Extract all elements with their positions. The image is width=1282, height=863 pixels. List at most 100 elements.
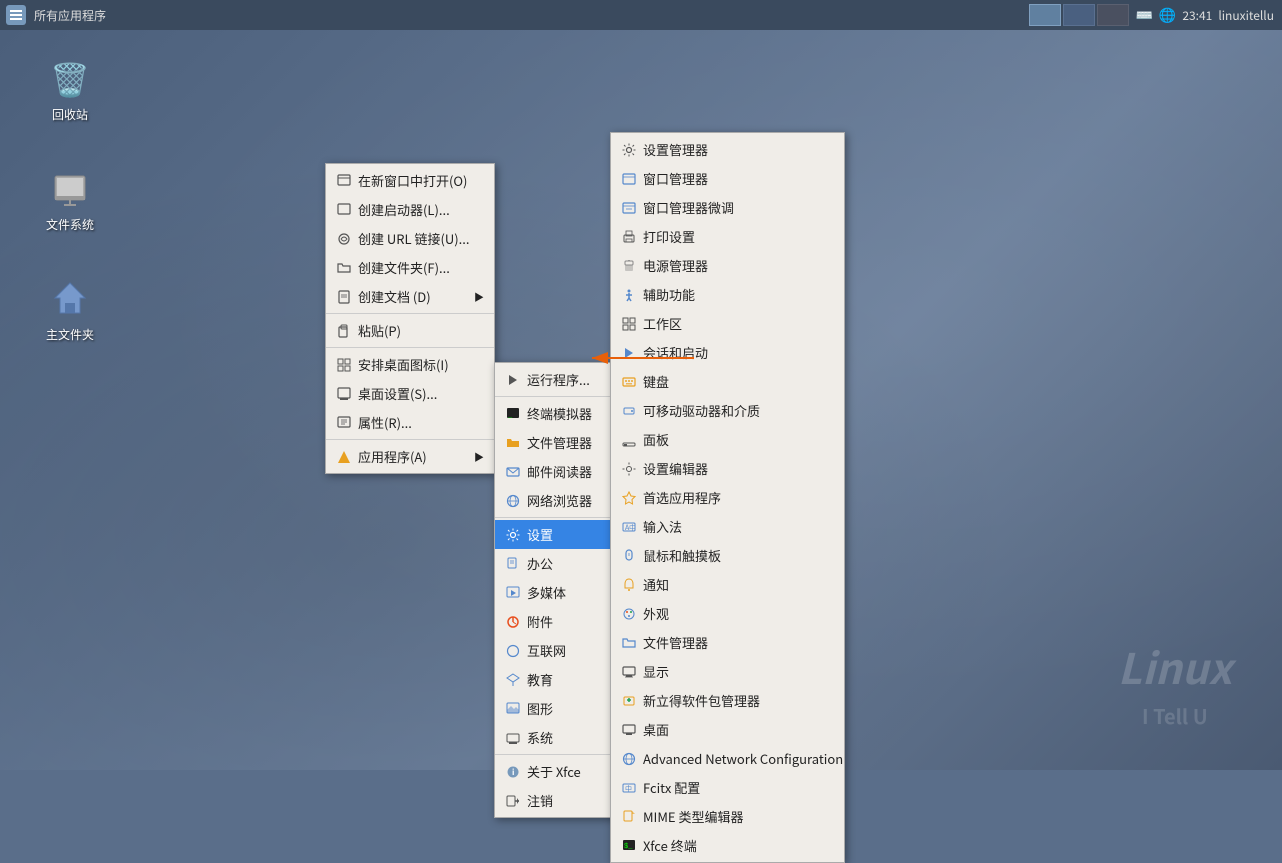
menu-adv-network[interactable]: Advanced Network Configuration [611,744,844,773]
menu-accessibility[interactable]: 辅助功能 [611,280,844,309]
workspace-2[interactable] [1063,4,1095,26]
synaptic-icon [621,693,637,709]
preferred-apps-label: 首选应用程序 [643,488,721,507]
menu-print-settings[interactable]: 打印设置 [611,222,844,251]
office-label: 办公 [527,554,553,573]
paste-label: 粘贴(P) [358,321,401,340]
menu-notifications[interactable]: 通知 [611,570,844,599]
menu-wm-tweaks[interactable]: 窗口管理器微调 [611,193,844,222]
create-folder-icon [336,260,352,276]
desktop-icon-filesystem[interactable]: 文件系统 [30,160,110,237]
menu-apps[interactable]: 应用程序(A) ▶ [326,442,494,471]
file-manager-settings-label: 文件管理器 [643,633,708,652]
graphics-icon [505,701,521,717]
about-xfce-icon: i [505,764,521,780]
workspace-buttons [1029,4,1129,26]
menu-settings-editor[interactable]: 设置编辑器 [611,454,844,483]
filesystem-label: 文件系统 [46,216,94,233]
menu-synaptic[interactable]: 新立得软件包管理器 [611,686,844,715]
mail-label: 邮件阅读器 [527,462,592,481]
menu-preferred-apps[interactable]: 首选应用程序 [611,483,844,512]
education-label: 教育 [527,670,553,689]
apps-icon [336,449,352,465]
create-url-icon [336,231,352,247]
filesystem-icon [46,164,94,212]
menu-arrange-icons[interactable]: 安排桌面图标(I) [326,350,494,379]
open-window-icon [336,173,352,189]
taskbar-right: ⌨️ 🌐 23:41 linuxitellu [1029,4,1282,26]
desktop-settings2-icon [621,722,637,738]
accessibility-label: 辅助功能 [643,285,695,304]
menu-xfce-terminal[interactable]: $_ Xfce 终端 [611,831,844,860]
keyboard-menu-icon [621,374,637,390]
open-window-label: 在新窗口中打开(O) [358,171,467,190]
removable-drives-label: 可移动驱动器和介质 [643,401,760,420]
separator-2 [326,347,494,348]
workspace-1[interactable] [1029,4,1061,26]
office-icon [505,556,521,572]
workspace-3[interactable] [1097,4,1129,26]
menu-desktop-settings[interactable]: 桌面设置(S)... [326,379,494,408]
mime-editor-icon [621,809,637,825]
desktop-settings-label: 桌面设置(S)... [358,384,437,403]
terminal-label: 终端模拟器 [527,404,592,423]
menu-fcitx[interactable]: 中 Fcitx 配置 [611,773,844,802]
keyboard-icon: ⌨️ [1135,5,1152,25]
arrange-icon [336,357,352,373]
menu-display[interactable]: 显示 [611,657,844,686]
svg-text:i: i [512,767,514,778]
desktop-settings-icon [336,386,352,402]
menu-mime-editor[interactable]: MIME 类型编辑器 [611,802,844,831]
desktop-icon-trash[interactable]: 🗑️ 回收站 [30,50,110,127]
menu-input-method[interactable]: A中 输入法 [611,512,844,541]
wm-tweaks-label: 窗口管理器微调 [643,198,734,217]
svg-text:中: 中 [625,784,632,794]
system-label: 系统 [527,728,553,747]
menu-create-doc[interactable]: 创建文档 (D) ▶ [326,282,494,311]
menu-window-manager[interactable]: 窗口管理器 [611,164,844,193]
multimedia-icon [505,585,521,601]
menu-create-url[interactable]: 创建 URL 链接(U)... [326,224,494,253]
fcitx-icon: 中 [621,780,637,796]
create-doc-label: 创建文档 (D) [358,287,431,306]
menu-desktop-settings2[interactable]: 桌面 [611,715,844,744]
about-xfce-label: 关于 Xfce [527,762,581,781]
menu-properties[interactable]: 属性(R)... [326,408,494,437]
appearance-icon [621,606,637,622]
menu-power-manager[interactable]: 电源管理器 [611,251,844,280]
menu-create-folder[interactable]: 创建文件夹(F)... [326,253,494,282]
svg-text:$_: $_ [624,843,633,851]
file-manager-settings-icon [621,635,637,651]
app-menu-label[interactable]: 所有应用程序 [30,5,110,26]
settings-icon [505,527,521,543]
input-method-icon: A中 [621,519,637,535]
fcitx-label: Fcitx 配置 [643,778,700,797]
xfce-terminal-icon: $_ [621,838,637,854]
menu-removable-drives[interactable]: 可移动驱动器和介质 [611,396,844,425]
menu-appearance[interactable]: 外观 [611,599,844,628]
graphics-label: 图形 [527,699,553,718]
power-manager-label: 电源管理器 [643,256,708,275]
window-manager-icon [621,171,637,187]
filemanager-icon [505,435,521,451]
menu-file-manager-settings[interactable]: 文件管理器 [611,628,844,657]
removable-drives-icon [621,403,637,419]
menu-paste[interactable]: 粘贴(P) [326,316,494,345]
desktop-context-menu: 在新窗口中打开(O) 创建启动器(L)... 创建 URL 链接(U)... 创… [325,163,495,474]
arrange-label: 安排桌面图标(I) [358,355,449,374]
desktop-icon-home[interactable]: 主文件夹 [30,270,110,347]
menu-panel[interactable]: 面板 [611,425,844,454]
mail-icon [505,464,521,480]
power-manager-icon [621,258,637,274]
desktop: 所有应用程序 ⌨️ 🌐 23:41 linuxitellu 🗑️ 回收站 [0,0,1282,770]
taskbar-left: 所有应用程序 [0,5,110,26]
menu-create-launcher[interactable]: 创建启动器(L)... [326,195,494,224]
xfce-terminal-label: Xfce 终端 [643,836,697,855]
menu-mouse-touchpad[interactable]: 鼠标和触摸板 [611,541,844,570]
menu-open-window[interactable]: 在新窗口中打开(O) [326,166,494,195]
menu-settings-manager[interactable]: 设置管理器 [611,135,844,164]
preferred-apps-icon [621,490,637,506]
multimedia-label: 多媒体 [527,583,566,602]
appearance-label: 外观 [643,604,669,623]
menu-workspaces[interactable]: 工作区 [611,309,844,338]
